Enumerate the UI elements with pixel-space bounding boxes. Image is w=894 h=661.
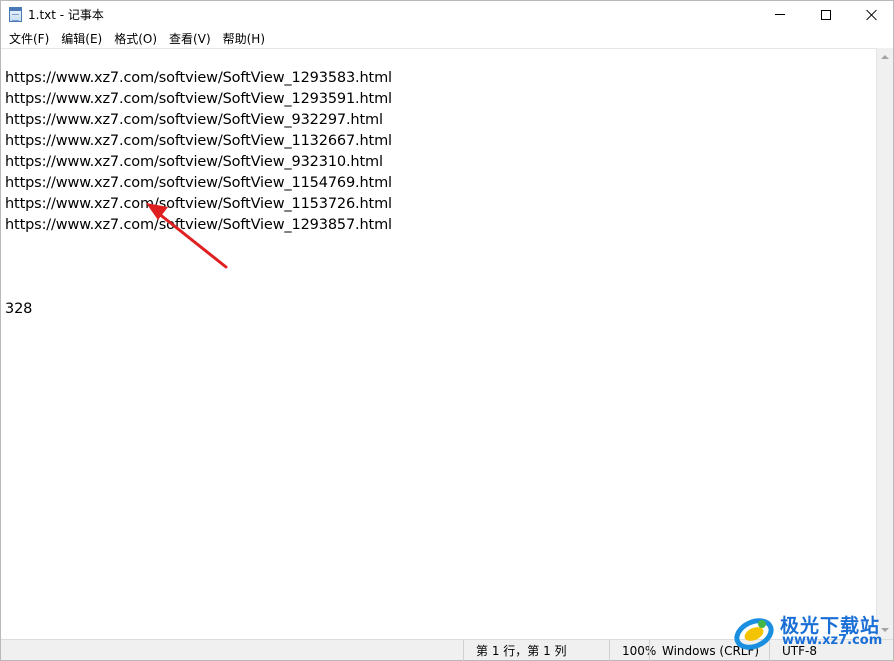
text-line[interactable]: https://www.xz7.com/softview/SoftView_12… <box>5 91 392 107</box>
text-line[interactable]: https://www.xz7.com/softview/SoftView_93… <box>5 112 383 128</box>
vertical-scrollbar[interactable] <box>876 48 893 639</box>
close-icon <box>866 9 878 21</box>
text-editor[interactable]: https://www.xz7.com/softview/SoftView_12… <box>1 48 876 639</box>
notepad-icon <box>9 7 22 22</box>
menu-format[interactable]: 格式(O) <box>108 29 163 48</box>
scroll-up-icon[interactable] <box>881 55 889 59</box>
notepad-window: 1.txt - 记事本 文件(F) 编辑(E) 格式(O) 查看(V) 帮助(H… <box>0 0 894 661</box>
window-title: 1.txt - 记事本 <box>28 8 104 22</box>
zoom-level: 100% <box>609 640 656 661</box>
menu-help[interactable]: 帮助(H) <box>217 29 271 48</box>
cursor-position: 第 1 行，第 1 列 <box>463 640 609 661</box>
title-bar[interactable]: 1.txt - 记事本 <box>1 1 893 28</box>
minimize-button[interactable] <box>757 1 803 28</box>
text-line[interactable]: https://www.xz7.com/softview/SoftView_11… <box>5 196 392 212</box>
menu-edit[interactable]: 编辑(E) <box>55 29 108 48</box>
text-line[interactable]: 328 <box>5 301 32 317</box>
text-line[interactable]: https://www.xz7.com/softview/SoftView_12… <box>5 217 392 233</box>
maximize-button[interactable] <box>803 1 849 28</box>
watermark-swirl-icon <box>734 618 774 650</box>
watermark-logo: 极光下载站 www.xz7.com <box>732 608 890 656</box>
close-button[interactable] <box>849 1 894 28</box>
text-line[interactable]: https://www.xz7.com/softview/SoftView_93… <box>5 154 383 170</box>
text-line[interactable]: https://www.xz7.com/softview/SoftView_11… <box>5 133 392 149</box>
minimize-icon <box>775 14 785 15</box>
watermark-url: www.xz7.com <box>782 633 883 648</box>
menu-bar: 文件(F) 编辑(E) 格式(O) 查看(V) 帮助(H) <box>1 28 893 48</box>
maximize-icon <box>821 9 831 20</box>
text-line[interactable]: https://www.xz7.com/softview/SoftView_11… <box>5 175 392 191</box>
menu-file[interactable]: 文件(F) <box>3 29 55 48</box>
text-line[interactable]: https://www.xz7.com/softview/SoftView_12… <box>5 70 392 86</box>
menu-view[interactable]: 查看(V) <box>163 29 217 48</box>
